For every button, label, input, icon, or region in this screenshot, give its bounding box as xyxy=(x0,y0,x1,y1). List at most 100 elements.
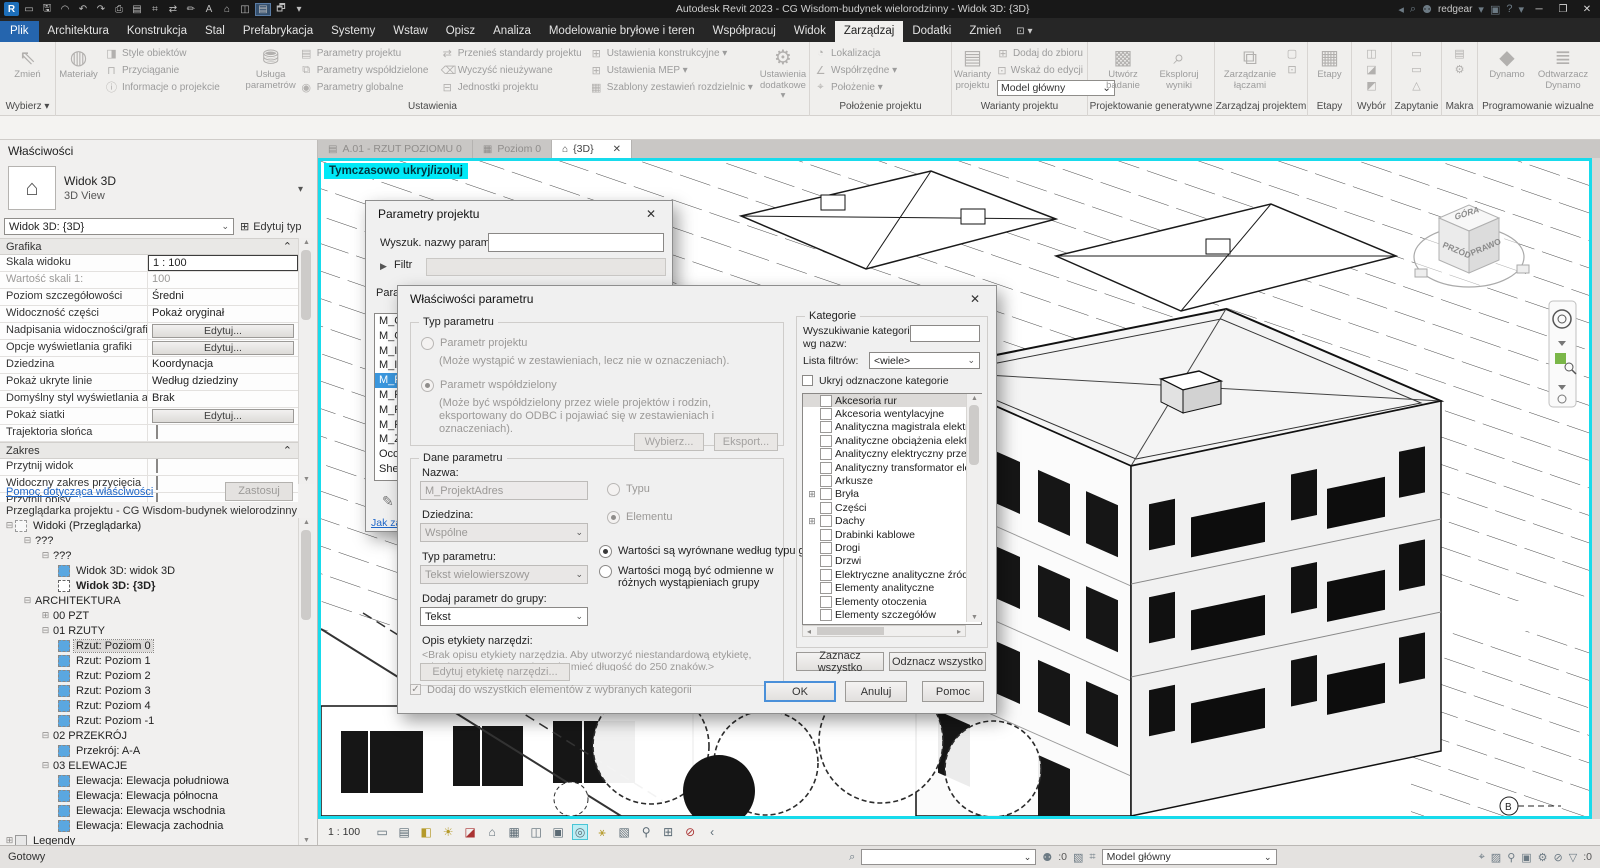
tab-zmien[interactable]: Zmień xyxy=(960,21,1010,42)
tab-konstrukcja[interactable]: Konstrukcja xyxy=(118,21,196,42)
tree-item-rzut-poziom2[interactable]: Rzut: Poziom 2 xyxy=(0,668,298,683)
category-row[interactable]: Elementy analityczne xyxy=(803,581,981,594)
tree-item-elewacja-wschodnia[interactable]: Elewacja: Elewacja wschodnia xyxy=(0,803,298,818)
collapse-box-icon[interactable]: ⊟ xyxy=(40,760,51,771)
category-row[interactable]: Analityczny elektryczny przełączn xyxy=(803,448,981,461)
type-preview[interactable]: ⌂ xyxy=(8,166,56,210)
name-input[interactable]: M_ProjektAdres xyxy=(420,481,588,500)
snaps-button[interactable]: ⊓Przyciąganie xyxy=(105,63,242,77)
tree-item-przekroj-aa[interactable]: Przekrój: A-A xyxy=(0,743,298,758)
default-3d-view-icon[interactable]: ⌂ xyxy=(219,4,235,15)
tab-wstaw[interactable]: Wstaw xyxy=(384,21,437,42)
close-icon[interactable]: ✕ xyxy=(642,207,660,221)
category-row[interactable]: Elementy otoczenia xyxy=(803,595,981,608)
category-row[interactable]: Części xyxy=(803,501,981,514)
category-checkbox[interactable] xyxy=(820,448,832,460)
select-by-id-icon[interactable]: ▭ xyxy=(1408,63,1426,76)
prop-row-skala[interactable]: Skala widoku1 : 100 xyxy=(0,255,298,272)
additional-settings-button[interactable]: ⚙ Ustawienia dodatkowe ▾ xyxy=(757,44,809,102)
drag-on-selection-icon[interactable]: ⚙ xyxy=(1538,851,1548,864)
category-checkbox[interactable] xyxy=(820,529,832,541)
filter-expander-icon[interactable]: ▶ xyxy=(380,261,387,272)
tree-item-elewacja-poludniowa[interactable]: Elewacja: Elewacja południowa xyxy=(0,773,298,788)
prop-row-nadpisania[interactable]: Nadpisania widoczności/grafikiEdytuj... xyxy=(0,323,298,340)
type-selector-caret-icon[interactable]: ▾ xyxy=(298,184,303,195)
displaced-elements-icon[interactable]: ⚲ xyxy=(638,825,654,839)
prop-row-siatki[interactable]: Pokaż siatkiEdytuj... xyxy=(0,408,298,425)
file-tabs-icon[interactable]: ▭ xyxy=(21,4,37,15)
edit-grids-button[interactable]: Edytuj... xyxy=(152,409,294,423)
edit-display-options-button[interactable]: Edytuj... xyxy=(152,341,294,355)
tab-modelowanie[interactable]: Modelowanie bryłowe i teren xyxy=(540,21,704,42)
parameters-service-button[interactable]: ⛃ Usługa parametrów xyxy=(246,44,296,91)
tab-dodatki[interactable]: Dodatki xyxy=(903,21,960,42)
dialog1-title-bar[interactable]: Parametry projektu✕ xyxy=(366,201,672,227)
categories-scrollbar[interactable]: ▲▼ xyxy=(966,394,982,622)
filter-expander-label[interactable]: Filtr xyxy=(394,259,412,271)
add-to-set-button[interactable]: ⊞Dodaj do zbioru xyxy=(997,46,1083,60)
editable-only-icon[interactable]: ⚉ xyxy=(1042,851,1052,864)
project-units-button[interactable]: ⊟Jednostki projektu xyxy=(441,80,582,94)
sheet-icon[interactable]: ▤ xyxy=(129,4,145,15)
undo-icon[interactable]: ↶ xyxy=(75,4,91,15)
section-grafika[interactable]: Grafika⌃ xyxy=(0,238,298,255)
tree-item-rzut-poziom0[interactable]: Rzut: Poziom 0 xyxy=(0,638,298,653)
category-checkbox[interactable] xyxy=(820,555,832,567)
zoom-region-icon[interactable] xyxy=(1555,353,1566,364)
values-vary-radio[interactable]: Wartości mogą być odmienne w różnych wys… xyxy=(599,565,779,589)
view-type-select[interactable]: Widok 3D: {3D}⌄ xyxy=(4,218,234,235)
reveal-constraints-icon[interactable]: ⊞ xyxy=(660,825,676,839)
close-icon[interactable]: ✕ xyxy=(966,292,984,306)
instance-radio[interactable]: Elementu xyxy=(607,511,672,524)
view-tab-rzut-poziomu-0[interactable]: ▤A.01 - RZUT POZIOMU 0 xyxy=(318,140,473,158)
group-select[interactable]: Tekst⌄ xyxy=(420,607,588,626)
user-icon[interactable]: ⚉ xyxy=(1422,3,1432,16)
app-store-icon[interactable]: ▣ xyxy=(1490,3,1500,16)
tree-item-group1[interactable]: ⊟??? xyxy=(0,533,298,548)
properties-scrollbar[interactable]: ▲▼ xyxy=(298,238,314,484)
category-row[interactable]: Akcesoria rur xyxy=(803,394,981,407)
restore-button[interactable]: ❐ xyxy=(1554,4,1572,15)
print-icon[interactable]: ⎙ xyxy=(111,4,127,15)
cancel-button[interactable]: Anuluj xyxy=(845,681,907,702)
decal-types-icon[interactable]: ⊡ xyxy=(1283,63,1301,76)
tree-item-02-przekroj[interactable]: ⊟02 PRZEKRÓJ xyxy=(0,728,298,743)
collapse-icon[interactable]: ⌃ xyxy=(283,240,292,253)
sync-icon[interactable]: ◠ xyxy=(57,4,73,15)
tree-item-widok3d-active[interactable]: Widok 3D: {3D} xyxy=(0,578,298,593)
tree-item-elewacja-zachodnia[interactable]: Elewacja: Elewacja zachodnia xyxy=(0,818,298,833)
transfer-standards-button[interactable]: ⇄Przenieś standardy projektu xyxy=(441,46,582,60)
sun-path-icon[interactable]: ◧ xyxy=(418,825,434,839)
show-crop-icon[interactable]: ▦ xyxy=(506,825,522,839)
select-shared-button[interactable]: Wybierz... xyxy=(634,433,704,451)
param-search-input[interactable] xyxy=(488,233,664,252)
reveal-hidden-icon[interactable]: ⚹ xyxy=(594,825,610,840)
tab-wspolpracuj[interactable]: Współpracuj xyxy=(704,21,785,42)
category-row[interactable]: Drzwi xyxy=(803,555,981,568)
collapse-box-icon[interactable]: ⊟ xyxy=(40,730,51,741)
prop-row-dziedzina[interactable]: DziedzinaKoordynacja xyxy=(0,357,298,374)
tab-architektura[interactable]: Architektura xyxy=(39,21,118,42)
prop-row-ukryte-linie[interactable]: Pokaż ukryte linieWedług dziedziny xyxy=(0,374,298,391)
aligned-dimension-icon[interactable]: ⇄ xyxy=(165,4,181,15)
tab-prefabrykacja[interactable]: Prefabrykacja xyxy=(234,21,322,42)
check-none-button[interactable]: Odznacz wszystko xyxy=(889,652,986,671)
worksets-search-icon[interactable]: ⌕ xyxy=(849,851,855,864)
save-icon[interactable]: 🖫 xyxy=(39,1,55,18)
tree-item-rzut-poziom1[interactable]: Rzut: Poziom 1 xyxy=(0,653,298,668)
category-checkbox[interactable] xyxy=(820,488,832,500)
category-row[interactable]: Elementy szczegółów xyxy=(803,608,981,621)
coordinates-button[interactable]: ∠Współrzędne ▾ xyxy=(814,63,947,77)
tree-item-00-pzt[interactable]: ⊞00 PZT xyxy=(0,608,298,623)
category-row[interactable]: Arkusze xyxy=(803,474,981,487)
category-row[interactable]: Akcesoria wentylacyjne xyxy=(803,407,981,420)
rendering-icon[interactable]: ◪ xyxy=(462,825,478,839)
view-tab-poziom-0[interactable]: ▦Poziom 0 xyxy=(473,140,552,158)
category-row[interactable]: ⊞Dachy xyxy=(803,515,981,528)
project-parameters-button[interactable]: ▤Parametry projektu xyxy=(300,46,433,60)
apply-button[interactable]: Zastosuj xyxy=(225,482,293,501)
check-all-button[interactable]: Zaznacz wszystko xyxy=(796,652,884,671)
prop-row-styl[interactable]: Domyślny styl wyświetlania a...Brak xyxy=(0,391,298,408)
scale-button[interactable]: 1 : 100 xyxy=(328,826,360,838)
expand-box-icon[interactable]: ⊞ xyxy=(40,610,51,621)
